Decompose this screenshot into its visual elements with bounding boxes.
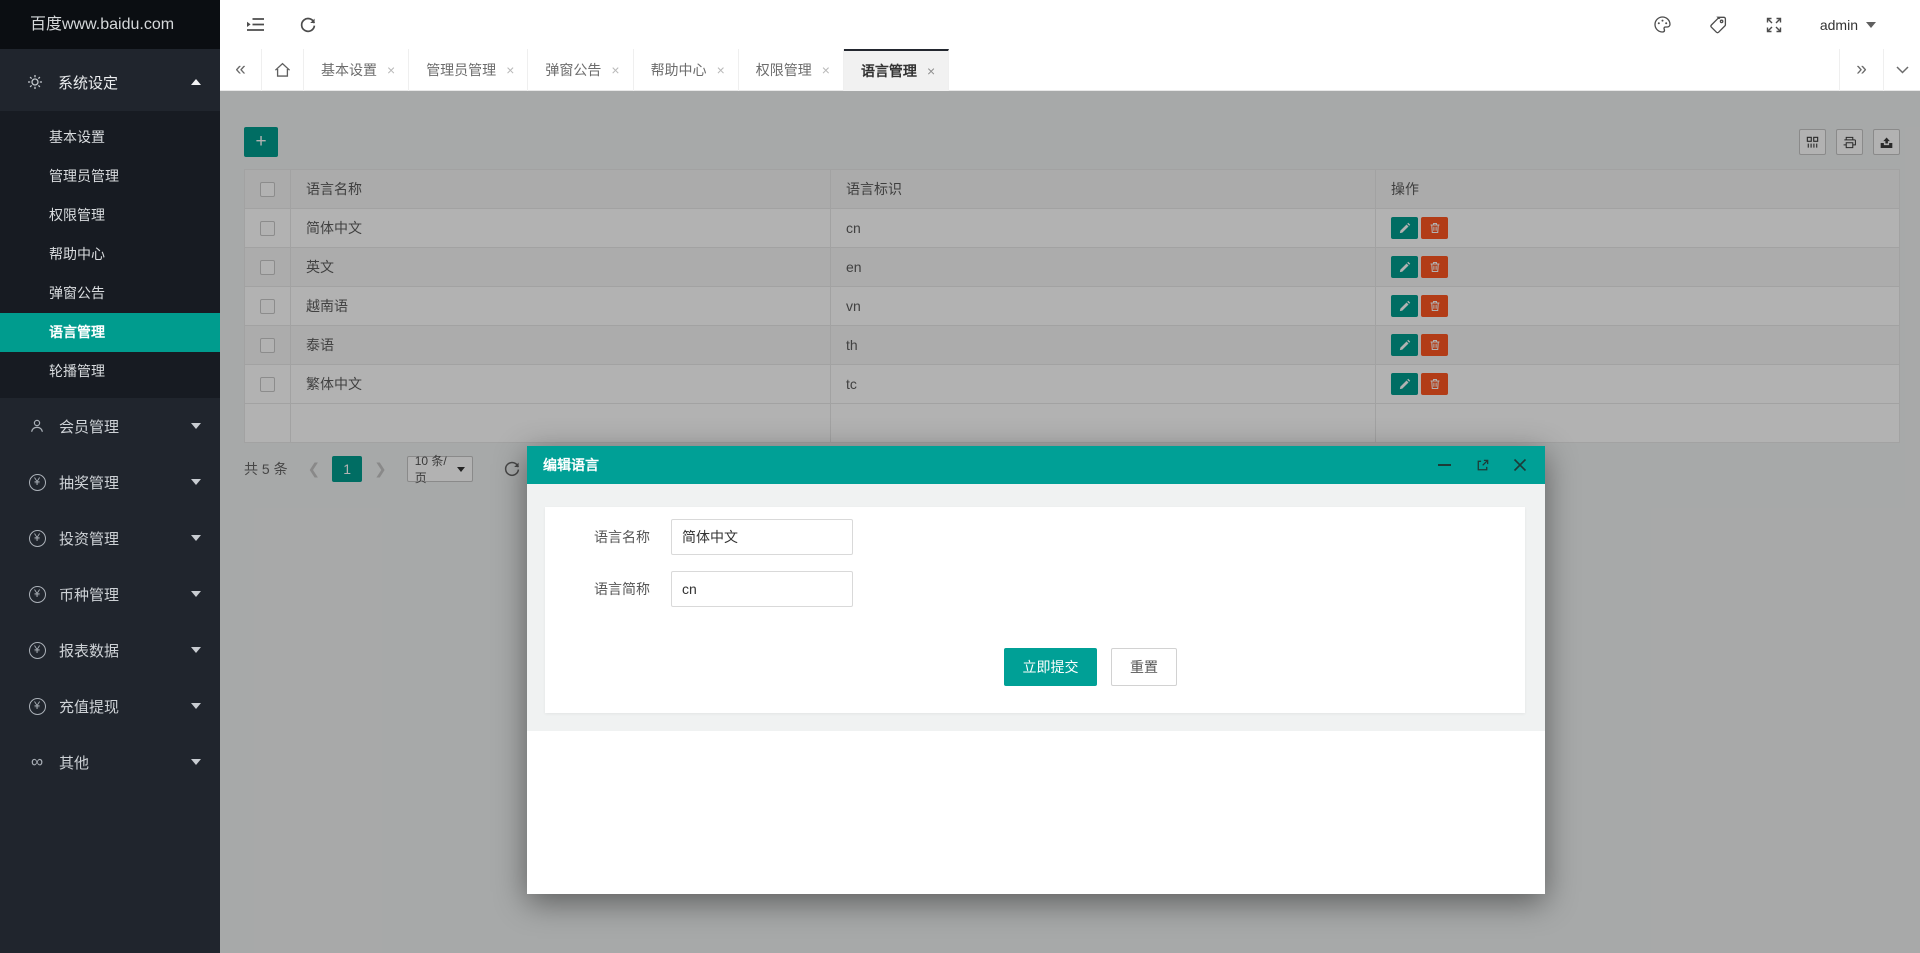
sidebar-submenu: 基本设置 管理员管理 权限管理 帮助中心 弹窗公告 语言管理 轮播管理: [0, 111, 220, 398]
sidebar-subitem[interactable]: 弹窗公告: [0, 274, 220, 313]
tab-label: 基本设置: [321, 62, 377, 78]
tab-scroll-left-button[interactable]: «: [220, 49, 262, 91]
modal-header[interactable]: 编辑语言: [527, 446, 1545, 484]
maximize-icon[interactable]: [1473, 456, 1491, 474]
caret-down-icon: [191, 591, 201, 597]
yen-icon: ¥: [27, 697, 47, 715]
refresh-icon[interactable]: [299, 16, 317, 34]
modal-body: 语言名称 语言简称 立即提交 重置: [527, 484, 1545, 731]
sidebar-subitem[interactable]: 基本设置: [0, 118, 220, 157]
sidebar-group-investment[interactable]: ¥ 投资管理: [0, 510, 220, 566]
close-icon[interactable]: [1511, 456, 1529, 474]
tab-label: 语言管理: [860, 63, 917, 79]
yen-icon: ¥: [27, 529, 47, 547]
open-tabs: 基本设置 × 管理员管理 × 弹窗公告 × 帮助中心 × 权限管理 × 语言管理…: [304, 49, 950, 91]
language-name-input[interactable]: [671, 519, 853, 555]
sidebar-group-label: 系统设定: [58, 74, 119, 92]
sidebar-group-label: 充值提现: [59, 698, 120, 716]
language-code-input[interactable]: [671, 571, 853, 607]
tab-close-icon[interactable]: ×: [611, 63, 619, 77]
tag-icon[interactable]: [1709, 15, 1728, 34]
topbar: admin: [220, 0, 1920, 49]
tabbar: « 基本设置 × 管理员管理 × 弹窗公告 × 帮助中心 × 权限管理 × 语言…: [220, 49, 1920, 91]
fullscreen-icon[interactable]: [1765, 16, 1783, 34]
sidebar-group-members[interactable]: 会员管理: [0, 398, 220, 454]
tab-close-icon[interactable]: ×: [506, 63, 514, 77]
tab-item[interactable]: 管理员管理 ×: [409, 49, 529, 91]
tab-close-icon[interactable]: ×: [822, 63, 830, 77]
infinity-icon: ∞: [30, 752, 44, 771]
sidebar-group-currency[interactable]: ¥ 币种管理: [0, 566, 220, 622]
home-tab-button[interactable]: [262, 49, 304, 91]
reset-button[interactable]: 重置: [1111, 648, 1177, 686]
sidebar-subitem[interactable]: 权限管理: [0, 196, 220, 235]
sidebar-group-lottery[interactable]: ¥ 抽奖管理: [0, 454, 220, 510]
tab-item[interactable]: 基本设置 ×: [304, 49, 410, 91]
sidebar-group-deposit-withdraw[interactable]: ¥ 充值提现: [0, 678, 220, 734]
sidebar-group-other[interactable]: ∞ 其他: [0, 734, 220, 790]
sidebar-subitem[interactable]: 管理员管理: [0, 157, 220, 196]
caret-down-icon: [191, 647, 201, 653]
yen-icon: ¥: [27, 473, 47, 491]
tab-item[interactable]: 帮助中心 ×: [634, 49, 739, 91]
yen-icon: ¥: [27, 641, 47, 659]
theme-palette-icon[interactable]: [1653, 15, 1672, 34]
sidebar-subitem[interactable]: 轮播管理: [0, 352, 220, 391]
brand-logo: 百度www.baidu.com: [0, 0, 220, 49]
yen-icon: ¥: [27, 585, 47, 603]
caret-down-icon: [191, 703, 201, 709]
tab-label: 弹窗公告: [545, 62, 602, 78]
language-name-label: 语言名称: [594, 529, 650, 545]
tab-close-icon[interactable]: ×: [387, 63, 395, 77]
collapse-sidebar-icon[interactable]: [246, 17, 265, 32]
caret-up-icon: [191, 79, 201, 85]
edit-language-form: 语言名称 语言简称 立即提交 重置: [545, 507, 1525, 713]
tab-label: 管理员管理: [426, 62, 497, 78]
tab-item[interactable]: 权限管理 ×: [739, 49, 844, 91]
sidebar-group-label: 会员管理: [59, 418, 120, 436]
sidebar-group-label: 其他: [59, 754, 90, 772]
sidebar-group-label: 币种管理: [59, 586, 120, 604]
tab-item[interactable]: 语言管理 ×: [843, 49, 950, 91]
tab-close-icon[interactable]: ×: [927, 64, 935, 78]
user-icon: [27, 418, 47, 434]
user-menu[interactable]: admin: [1820, 17, 1876, 33]
edit-language-modal: 编辑语言 语言名称 语言简称: [527, 446, 1545, 894]
sidebar-subitem[interactable]: 帮助中心: [0, 235, 220, 274]
sidebar-subitem[interactable]: 语言管理: [0, 313, 220, 352]
caret-down-icon: [1866, 21, 1876, 28]
sidebar: 百度www.baidu.com 系统设定 基本设置 管理员管理 权限管理 帮助中…: [0, 0, 220, 953]
modal-footer-area: [527, 731, 1545, 894]
tab-close-icon[interactable]: ×: [717, 63, 725, 77]
language-code-label: 语言简称: [594, 581, 650, 597]
sidebar-group-label: 投资管理: [59, 530, 120, 548]
sidebar-group-label: 报表数据: [59, 642, 120, 660]
gear-icon: [27, 74, 45, 90]
tab-label: 权限管理: [755, 62, 812, 78]
minimize-icon[interactable]: [1435, 456, 1453, 474]
sidebar-group-label: 抽奖管理: [59, 474, 120, 492]
username: admin: [1819, 16, 1858, 33]
tab-item[interactable]: 弹窗公告 ×: [528, 49, 634, 91]
caret-down-icon: [191, 759, 201, 765]
sidebar-group-reports[interactable]: ¥ 报表数据: [0, 622, 220, 678]
caret-down-icon: [191, 423, 201, 429]
app-window: 百度www.baidu.com 系统设定 基本设置 管理员管理 权限管理 帮助中…: [0, 0, 1920, 953]
tab-scroll-right-button[interactable]: »: [1839, 49, 1883, 91]
caret-down-icon: [191, 535, 201, 541]
tab-menu-button[interactable]: [1883, 49, 1920, 91]
modal-title: 编辑语言: [543, 457, 599, 473]
caret-down-icon: [191, 479, 201, 485]
submit-button[interactable]: 立即提交: [1004, 648, 1097, 686]
sidebar-group-system-settings[interactable]: 系统设定: [0, 62, 220, 102]
tab-label: 帮助中心: [650, 62, 707, 78]
